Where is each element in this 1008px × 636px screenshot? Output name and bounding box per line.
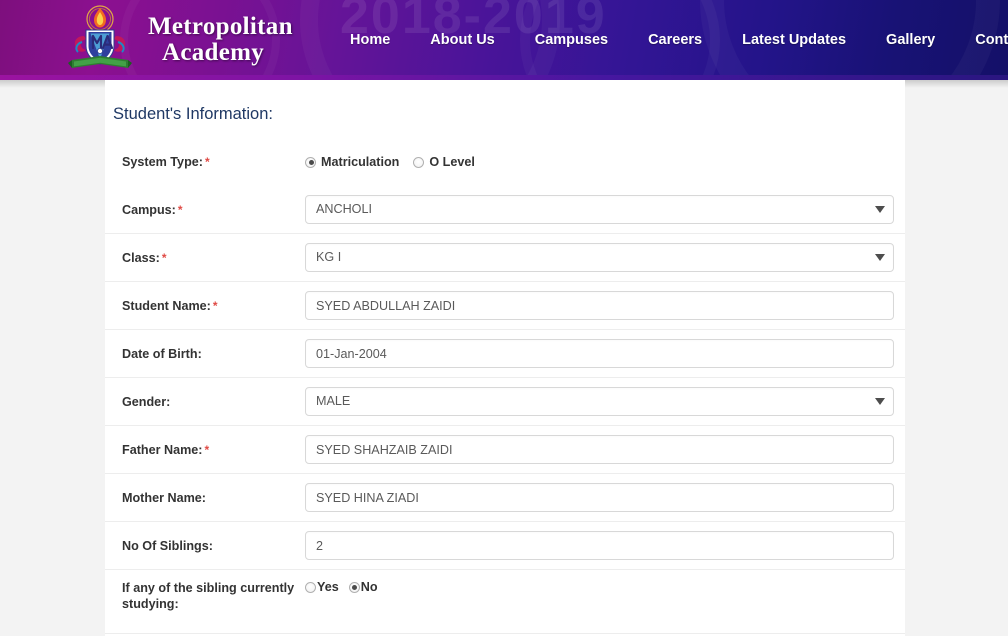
form-row-class: Class: * KG I — [105, 234, 905, 282]
label-date-of-birth: Date of Birth: — [105, 346, 305, 362]
label-father-name-text: Father Name: — [122, 442, 203, 457]
radio-option-sibling-yes-label: Yes — [317, 580, 339, 594]
label-campus-text: Campus: — [122, 202, 176, 217]
nav-item-contact-us[interactable]: Contact Us — [955, 32, 1008, 48]
form-row-no-of-siblings: No Of Siblings: — [105, 522, 905, 570]
class-select[interactable]: KG I — [305, 243, 894, 272]
student-name-input[interactable] — [305, 291, 894, 320]
control-class: KG I — [305, 243, 905, 272]
form-row-date-of-birth: Date of Birth: — [105, 330, 905, 378]
campus-select-value[interactable]: ANCHOLI — [305, 195, 894, 224]
mother-name-input[interactable] — [305, 483, 894, 512]
label-date-of-birth-text: Date of Birth: — [122, 346, 202, 361]
radio-matriculation-icon[interactable] — [305, 156, 316, 168]
label-mother-name-text: Mother Name: — [122, 490, 206, 505]
label-student-name: Student Name: * — [105, 298, 305, 314]
control-student-name — [305, 291, 905, 320]
radio-option-matriculation[interactable]: Matriculation — [305, 155, 399, 169]
control-sibling-studying: Yes No — [305, 580, 905, 594]
radio-o-level-icon[interactable] — [413, 156, 425, 168]
radio-option-o-level[interactable]: O Level — [413, 155, 475, 169]
label-sibling-studying-text: If any of the sibling currently studying… — [122, 581, 295, 611]
label-gender-text: Gender: — [122, 394, 171, 409]
father-name-input[interactable] — [305, 435, 894, 464]
label-system-type-text: System Type: — [122, 155, 203, 169]
radio-option-sibling-no[interactable]: No — [348, 580, 378, 594]
radio-group-system-type: Matriculation O Level — [305, 155, 895, 169]
nav-item-gallery[interactable]: Gallery — [866, 32, 955, 48]
label-campus: Campus: * — [105, 202, 305, 218]
form-row-sibling-studying: If any of the sibling currently studying… — [105, 570, 905, 634]
radio-option-sibling-yes[interactable]: Yes — [305, 580, 339, 594]
page-body: Student's Information: System Type: * Mat… — [0, 80, 1008, 636]
label-no-of-siblings-text: No Of Siblings: — [122, 538, 213, 553]
required-asterisk: * — [204, 155, 210, 169]
label-father-name: Father Name: * — [105, 442, 305, 458]
form-row-student-name: Student Name: * — [105, 282, 905, 330]
nav-item-campuses[interactable]: Campuses — [515, 32, 628, 48]
control-mother-name — [305, 483, 905, 512]
form-row-father-name: Father Name: * — [105, 426, 905, 474]
brand-logo-link[interactable]: Metropolitan Academy — [62, 2, 293, 78]
control-no-of-siblings — [305, 531, 905, 560]
label-class-text: Class: — [122, 250, 160, 265]
radio-sibling-no-icon[interactable] — [348, 581, 360, 593]
gender-select[interactable]: MALE — [305, 387, 894, 416]
class-select-value[interactable]: KG I — [305, 243, 894, 272]
radio-group-sibling-studying: Yes No — [305, 580, 895, 594]
control-campus: ANCHOLI — [305, 195, 905, 224]
nav-item-careers[interactable]: Careers — [628, 32, 722, 48]
form-row-gender: Gender: MALE — [105, 378, 905, 426]
form-row-system-type: System Type: * Matriculation O Level — [105, 138, 905, 186]
brand-name-line2: Academy — [162, 39, 265, 66]
no-of-siblings-input[interactable] — [305, 531, 894, 560]
page-title: Student's Information: — [113, 105, 273, 123]
nav-item-latest-updates[interactable]: Latest Updates — [722, 32, 866, 48]
radio-option-matriculation-label: Matriculation — [321, 155, 400, 169]
nav-item-about-us[interactable]: About Us — [410, 32, 514, 48]
brand-name-line1: Metropolitan — [148, 13, 293, 40]
control-gender: MALE — [305, 387, 905, 416]
campus-select[interactable]: ANCHOLI — [305, 195, 894, 224]
label-class: Class: * — [105, 250, 305, 266]
label-sibling-studying: If any of the sibling currently studying… — [105, 580, 305, 612]
label-no-of-siblings: No Of Siblings: — [105, 538, 305, 554]
required-asterisk: * — [177, 202, 183, 217]
date-of-birth-input[interactable] — [305, 339, 894, 368]
label-mother-name: Mother Name: — [105, 490, 305, 506]
required-asterisk: * — [204, 442, 210, 457]
main-navigation: Home About Us Campuses Careers Latest Up… — [330, 0, 1008, 80]
required-asterisk: * — [212, 298, 218, 313]
student-information-form: Student's Information: System Type: * Mat… — [105, 80, 905, 636]
control-system-type: Matriculation O Level — [305, 155, 905, 169]
radio-option-o-level-label: O Level — [429, 155, 475, 169]
control-date-of-birth — [305, 339, 905, 368]
label-student-name-text: Student Name: — [122, 298, 211, 313]
label-system-type: System Type: * — [105, 154, 305, 170]
control-father-name — [305, 435, 905, 464]
academy-crest-icon — [62, 2, 138, 78]
form-row-campus: Campus: * ANCHOLI — [105, 186, 905, 234]
nav-item-home[interactable]: Home — [330, 32, 410, 48]
brand-name: Metropolitan Academy — [148, 14, 293, 66]
gender-select-value[interactable]: MALE — [305, 387, 894, 416]
radio-sibling-yes-icon[interactable] — [305, 581, 316, 593]
site-header: 2018-2019 Metropolitan Academy Home Abou… — [0, 0, 1008, 80]
form-row-mother-name: Mother Name: — [105, 474, 905, 522]
required-asterisk: * — [161, 250, 167, 265]
radio-option-sibling-no-label: No — [360, 580, 378, 594]
label-gender: Gender: — [105, 394, 305, 410]
